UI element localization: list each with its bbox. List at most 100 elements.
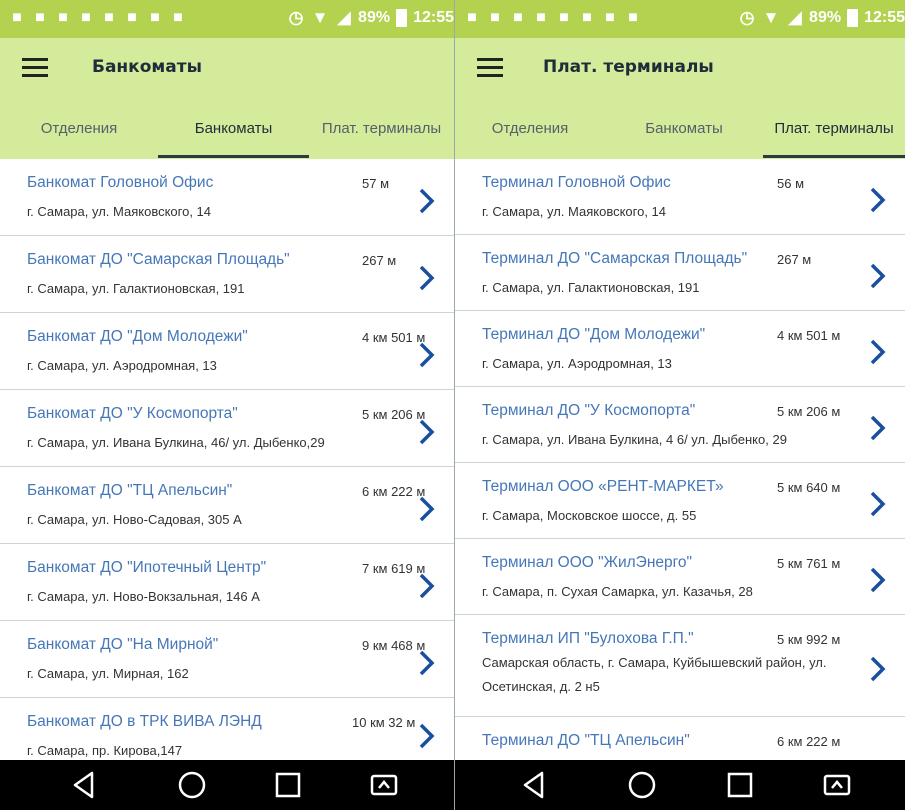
signal-icon: ◢ bbox=[337, 8, 351, 27]
app-icon: ■ bbox=[127, 9, 137, 26]
item-distance: 5 км 761 м bbox=[777, 556, 841, 571]
item-title: Банкомат ДО в ТРК ВИВА ЛЭНД bbox=[27, 713, 262, 730]
battery-percent: 89% bbox=[358, 9, 391, 26]
hamburger-menu-icon[interactable] bbox=[477, 56, 503, 78]
item-distance: 5 км 992 м bbox=[777, 632, 841, 647]
list-item[interactable]: Терминал ДО "Дом Молодежи" 4 км 501 м г. С… bbox=[455, 311, 905, 387]
usb-icon: ■ bbox=[35, 9, 45, 26]
item-title: Банкомат ДО "На Мирной" bbox=[27, 636, 219, 653]
image-icon: ■ bbox=[150, 9, 160, 26]
list-item[interactable]: Банкомат ДО в ТРК ВИВА ЛЭНД 10 км 32 м г. … bbox=[0, 698, 454, 760]
list-item[interactable]: Терминал ООО "ЖилЭнерго" 5 км 761 м г. Сам… bbox=[455, 539, 905, 615]
music-icon: ■ bbox=[513, 9, 523, 26]
item-title: Банкомат Головной Офис bbox=[27, 174, 214, 191]
recents-icon[interactable] bbox=[723, 768, 757, 802]
tab-bar: Отделения Банкоматы Плат. терминалы bbox=[455, 100, 905, 159]
recents-icon[interactable] bbox=[271, 768, 305, 802]
list-item[interactable]: Терминал Головной Офис 56 м г. Самара, ул.… bbox=[455, 159, 905, 235]
atm-screen: ■ ■ ■ ■ ■ ■ ■ ■ ◷ ▼ ◢ 89% 12:55 Банкоматы Отделения Бан… bbox=[0, 0, 454, 810]
chevron-right-icon[interactable] bbox=[867, 654, 889, 684]
back-icon[interactable] bbox=[68, 768, 102, 802]
item-address: Самарская область, г. Самара, Куйбышевск… bbox=[482, 655, 827, 694]
screen-share-icon[interactable] bbox=[820, 768, 854, 802]
item-address: г. Самара, ул. Ново-Садовая, 305 А bbox=[27, 512, 242, 527]
item-address: г. Самара, ул. Ивана Булкина, 46/ ул. Ды… bbox=[27, 435, 325, 450]
item-address: г. Самара, пр. Кирова,147 bbox=[27, 743, 183, 758]
list-item[interactable]: Терминал ДО "ТЦ Апельсин" 6 км 222 м bbox=[455, 717, 905, 760]
tab-terminals[interactable]: Плат. терминалы bbox=[763, 100, 905, 159]
chevron-right-icon[interactable] bbox=[867, 185, 889, 215]
battery-icon bbox=[396, 9, 408, 27]
item-title: Терминал ООО "ЖилЭнерго" bbox=[482, 554, 693, 571]
clock: 12:55 bbox=[413, 9, 454, 26]
item-address: г. Самара, ул. Галактионовская, 191 bbox=[27, 281, 245, 296]
chevron-right-icon[interactable] bbox=[416, 494, 438, 524]
item-address: г. Самара, ул. Ново-Вокзальная, 146 А bbox=[27, 589, 260, 604]
list-item[interactable]: Банкомат ДО "У Космопорта" 5 км 206 м г. С… bbox=[0, 390, 454, 467]
chevron-right-icon[interactable] bbox=[416, 263, 438, 293]
chevron-right-icon[interactable] bbox=[867, 565, 889, 595]
home-icon[interactable] bbox=[625, 768, 659, 802]
chevron-right-icon[interactable] bbox=[416, 186, 438, 216]
tab-branches[interactable]: Отделения bbox=[0, 100, 158, 159]
back-icon[interactable] bbox=[518, 768, 552, 802]
screen-share-icon[interactable] bbox=[367, 768, 401, 802]
item-title: Терминал ДО "У Космопорта" bbox=[482, 402, 696, 419]
item-address: г. Самара, ул. Мирная, 162 bbox=[27, 666, 189, 681]
page-title: Плат. терминалы bbox=[543, 57, 714, 77]
list-item[interactable]: Банкомат ДО "Ипотечный Центр" 7 км 619 мг… bbox=[0, 544, 454, 621]
battery-percent: 89% bbox=[809, 9, 842, 26]
chevron-right-icon[interactable] bbox=[416, 648, 438, 678]
hamburger-menu-icon[interactable] bbox=[22, 56, 48, 78]
tab-branches[interactable]: Отделения bbox=[455, 100, 605, 159]
item-distance: 5 км 640 м bbox=[777, 480, 841, 495]
status-right: ◷ ▼ ◢ 89% 12:55 bbox=[286, 7, 454, 29]
item-title: Банкомат ДО "Дом Молодежи" bbox=[27, 328, 248, 345]
item-distance: 6 км 222 м bbox=[777, 734, 841, 749]
app-bar: Плат. терминалы bbox=[455, 38, 905, 100]
status-right: ◷ ▼ ◢ 89% 12:55 bbox=[737, 7, 905, 29]
home-icon[interactable] bbox=[175, 768, 209, 802]
list-item[interactable]: Банкомат ДО "Самарская Площадь" 267 м г. С… bbox=[0, 236, 454, 313]
list-item[interactable]: Терминал ДО "Самарская Площадь" 267 м г. С… bbox=[455, 235, 905, 311]
emoji-icon: ■ bbox=[173, 9, 183, 26]
list-item[interactable]: Банкомат ДО "На Мирной" 9 км 468 м г. Сама… bbox=[0, 621, 454, 698]
list-item[interactable]: Терминал ДО "У Космопорта" 5 км 206 м г. С… bbox=[455, 387, 905, 463]
tab-terminals[interactable]: Плат. терминалы bbox=[309, 100, 454, 159]
image-icon: ■ bbox=[605, 9, 615, 26]
notification-icon: ■ bbox=[12, 9, 22, 26]
status-bar: ■ ■ ■ ■ ■ ■ ■ ■ ◷ ▼ ◢ 89% 12:55 bbox=[0, 0, 454, 38]
item-address: г. Самара, п. Сухая Самарка, ул. Казачья… bbox=[482, 584, 753, 599]
item-address: г. Самара, ул. Аэродромная, 13 bbox=[27, 358, 217, 373]
item-distance: 267 м bbox=[362, 253, 397, 268]
item-address: г. Самара, ул. Ивана Булкина, 4 6/ ул. Д… bbox=[482, 432, 787, 447]
tab-bar: Отделения Банкоматы Плат. терминалы bbox=[0, 100, 454, 159]
item-title: Терминал Головной Офис bbox=[482, 174, 671, 191]
app-bar: Банкоматы bbox=[0, 38, 454, 100]
status-bar: ■ ■ ■ ■ ■ ■ ■ ■ ◷ ▼ ◢ 89% 12:55 bbox=[455, 0, 905, 38]
tab-atms[interactable]: Банкоматы bbox=[605, 100, 763, 159]
list-item[interactable]: Банкомат ДО "ТЦ Апельсин" 6 км 222 м г. Са… bbox=[0, 467, 454, 544]
chevron-right-icon[interactable] bbox=[416, 340, 438, 370]
notification-icon: ■ bbox=[467, 9, 477, 26]
location-list: Банкомат Головной Офис 57 м г. Самара, ул.… bbox=[0, 159, 454, 760]
list-item[interactable]: Банкомат ДО "Дом Молодежи" 4 км 501 м г. С… bbox=[0, 313, 454, 390]
chevron-right-icon[interactable] bbox=[416, 571, 438, 601]
chevron-right-icon[interactable] bbox=[867, 261, 889, 291]
list-item[interactable]: Терминал ИП "Булохова Г.П." 5 км 992 м Сам… bbox=[455, 615, 905, 717]
signal-icon: ◢ bbox=[788, 8, 802, 27]
notification-icons: ■ ■ ■ ■ ■ ■ ■ ■ bbox=[8, 7, 187, 29]
list-item[interactable]: Терминал ООО «РЕНТ-МАРКЕТ» 5 км 640 м г. С… bbox=[455, 463, 905, 539]
alarm-icon: ◷ bbox=[288, 8, 304, 27]
chevron-right-icon[interactable] bbox=[867, 413, 889, 443]
chevron-right-icon[interactable] bbox=[867, 489, 889, 519]
chevron-right-icon[interactable] bbox=[416, 417, 438, 447]
chevron-right-icon[interactable] bbox=[867, 337, 889, 367]
item-address: г. Самара, ул. Маяковского, 14 bbox=[482, 204, 667, 219]
tab-atms[interactable]: Банкоматы bbox=[158, 100, 309, 159]
chevron-right-icon[interactable] bbox=[416, 721, 438, 751]
navigation-bar bbox=[455, 760, 905, 810]
item-title: Банкомат ДО "ТЦ Апельсин" bbox=[27, 482, 233, 499]
clock: 12:55 bbox=[864, 9, 905, 26]
list-item[interactable]: Банкомат Головной Офис 57 м г. Самара, ул.… bbox=[0, 159, 454, 236]
